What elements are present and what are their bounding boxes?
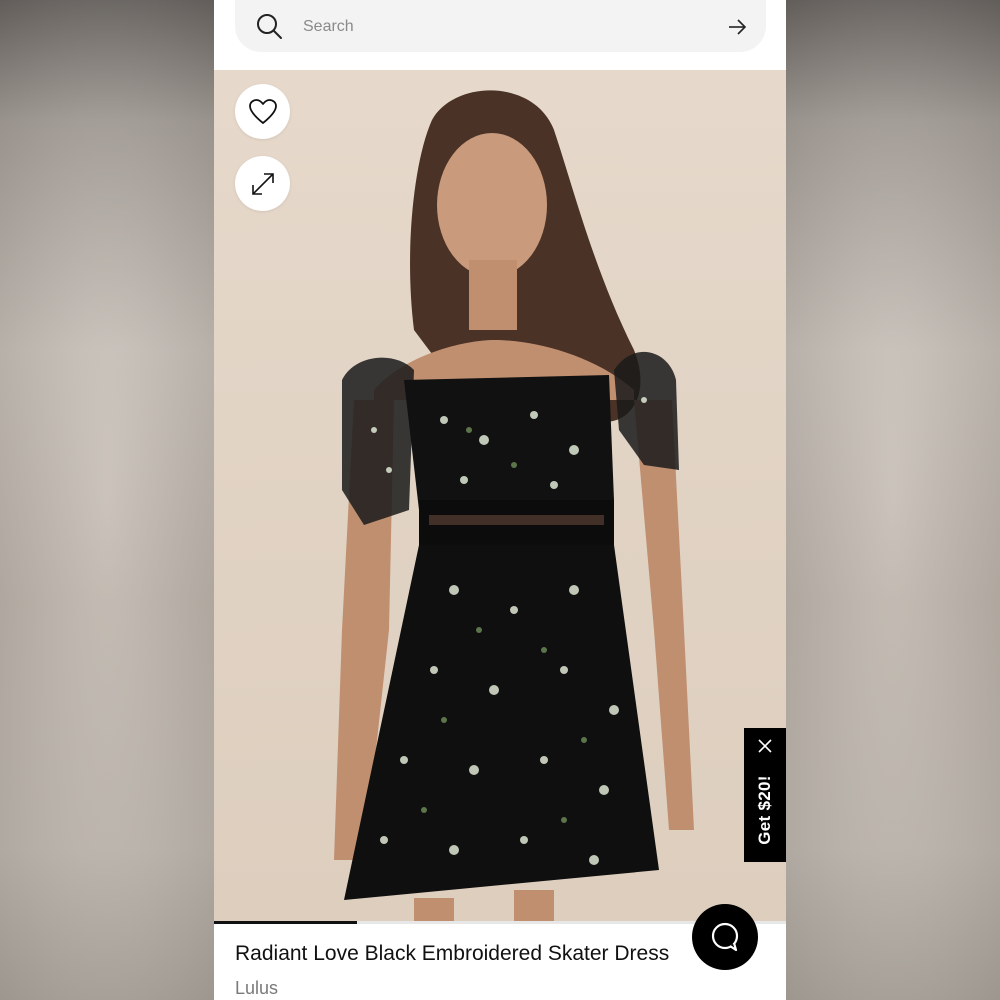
close-icon[interactable]	[757, 738, 773, 754]
heart-icon	[248, 98, 277, 124]
search-bar[interactable]	[235, 0, 766, 52]
blurred-backdrop-left	[0, 0, 214, 1000]
blurred-backdrop-right	[786, 0, 1000, 1000]
wishlist-button[interactable]	[235, 84, 290, 139]
expand-image-button[interactable]	[235, 156, 290, 211]
product-brand[interactable]: Lulus	[235, 978, 278, 999]
chat-button[interactable]	[692, 904, 758, 970]
model-photo	[334, 90, 694, 922]
chat-bubble-icon	[711, 922, 739, 952]
expand-icon	[251, 172, 274, 195]
promo-tab[interactable]: Get $20!	[744, 728, 786, 862]
search-icon	[257, 14, 282, 39]
gallery-progress-fill	[214, 921, 357, 924]
product-image[interactable]: Get $20!	[214, 70, 786, 922]
product-title: Radiant Love Black Embroidered Skater Dr…	[235, 942, 670, 965]
promo-label[interactable]: Get $20!	[755, 775, 775, 845]
app-screen: Get $20! Radiant Love Black Embroidered …	[214, 0, 786, 1000]
search-input[interactable]	[301, 13, 705, 41]
arrow-right-icon[interactable]	[726, 16, 748, 38]
